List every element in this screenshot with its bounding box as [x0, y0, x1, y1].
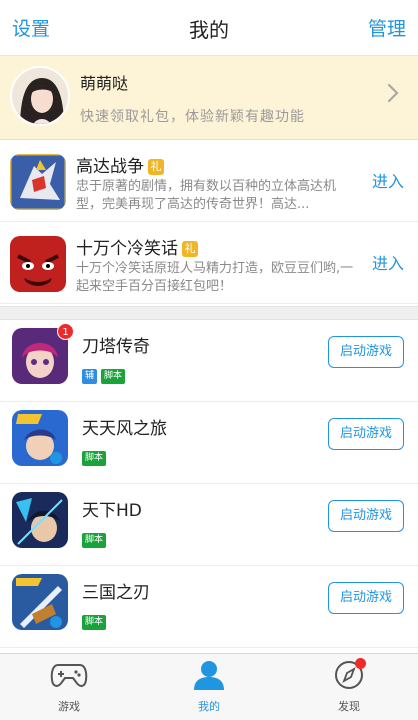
promo-item[interactable]: 高达战争礼 忠于原著的剧情，拥有数以百种的立体高达机型，完美再现了高达的传奇世界…: [0, 140, 418, 222]
tab-mine[interactable]: 我的: [169, 660, 249, 714]
script-tag: 脚本: [82, 451, 107, 466]
enter-button[interactable]: 进入: [372, 168, 404, 192]
tab-label: 我的: [198, 700, 220, 713]
promo-title: 十万个冷笑话礼: [76, 234, 198, 259]
gift-tag: 礼: [148, 159, 164, 175]
notification-badge: 1: [57, 323, 74, 340]
promo-item[interactable]: 十万个冷笑话礼 十万个冷笑话原班人马精力打造，欧豆豆们哟,一起来空手百分百接红包…: [0, 222, 418, 304]
game-row[interactable]: 三国之刃 脚本 启动游戏: [0, 566, 418, 648]
promo-title: 高达战争礼: [76, 152, 164, 177]
tab-label: 发现: [338, 700, 360, 713]
tab-discover[interactable]: 发现: [309, 658, 389, 714]
promo-desc: 十万个冷笑话原班人马精力打造，欧豆豆们哟,一起来空手百分百接红包吧！: [76, 261, 354, 294]
script-tag: 脚本: [82, 533, 107, 548]
manage-button[interactable]: 管理: [368, 14, 406, 41]
assist-tag: 辅: [82, 369, 98, 384]
avatar: [10, 66, 70, 126]
page-title: 我的: [189, 18, 229, 42]
tab-games[interactable]: 游戏: [29, 660, 109, 714]
user-icon: [194, 661, 224, 690]
script-tag: 脚本: [82, 615, 107, 630]
red-face-icon: [10, 236, 66, 292]
game-icon: [12, 410, 68, 466]
launch-game-button[interactable]: 启动游戏: [328, 582, 404, 614]
script-tag: 脚本: [101, 369, 126, 384]
game-name: 三国之刃: [82, 583, 150, 603]
game-icon: [12, 574, 68, 630]
promo-desc: 忠于原著的剧情，拥有数以百种的立体高达机型，完美再现了高达的传奇世界！高达...: [76, 179, 337, 212]
profile-card[interactable]: 萌萌哒 快速领取礼包，体验新颖有趣功能: [0, 56, 418, 140]
game-row[interactable]: 天天风之旅 脚本 启动游戏: [0, 402, 418, 484]
tab-label: 游戏: [58, 700, 80, 713]
top-bar: 设置 我的 管理: [0, 0, 418, 56]
launch-game-button[interactable]: 启动游戏: [328, 418, 404, 450]
game-name: 刀塔传奇: [82, 337, 150, 357]
gamepad-icon: [50, 664, 88, 687]
gift-tag: 礼: [182, 241, 198, 257]
profile-name: 萌萌哒: [80, 74, 129, 93]
section-divider: [0, 306, 418, 320]
game-name: 天下HD: [82, 501, 142, 521]
game-icon: [12, 492, 68, 548]
launch-game-button[interactable]: 启动游戏: [328, 500, 404, 532]
notification-dot: [355, 658, 366, 669]
game-icon: 1: [12, 323, 74, 384]
gundam-icon: [10, 154, 66, 210]
game-name: 天天风之旅: [82, 419, 167, 439]
game-row[interactable]: 天下HD 脚本 启动游戏: [0, 484, 418, 566]
tab-bar: 游戏 我的 发现: [0, 653, 418, 720]
enter-button[interactable]: 进入: [372, 250, 404, 274]
game-row[interactable]: 1 刀塔传奇 辅脚本 启动游戏: [0, 320, 418, 402]
launch-game-button[interactable]: 启动游戏: [328, 336, 404, 368]
profile-subtitle: 快速领取礼包，体验新颖有趣功能: [80, 109, 305, 125]
chevron-right-icon: [387, 83, 399, 103]
